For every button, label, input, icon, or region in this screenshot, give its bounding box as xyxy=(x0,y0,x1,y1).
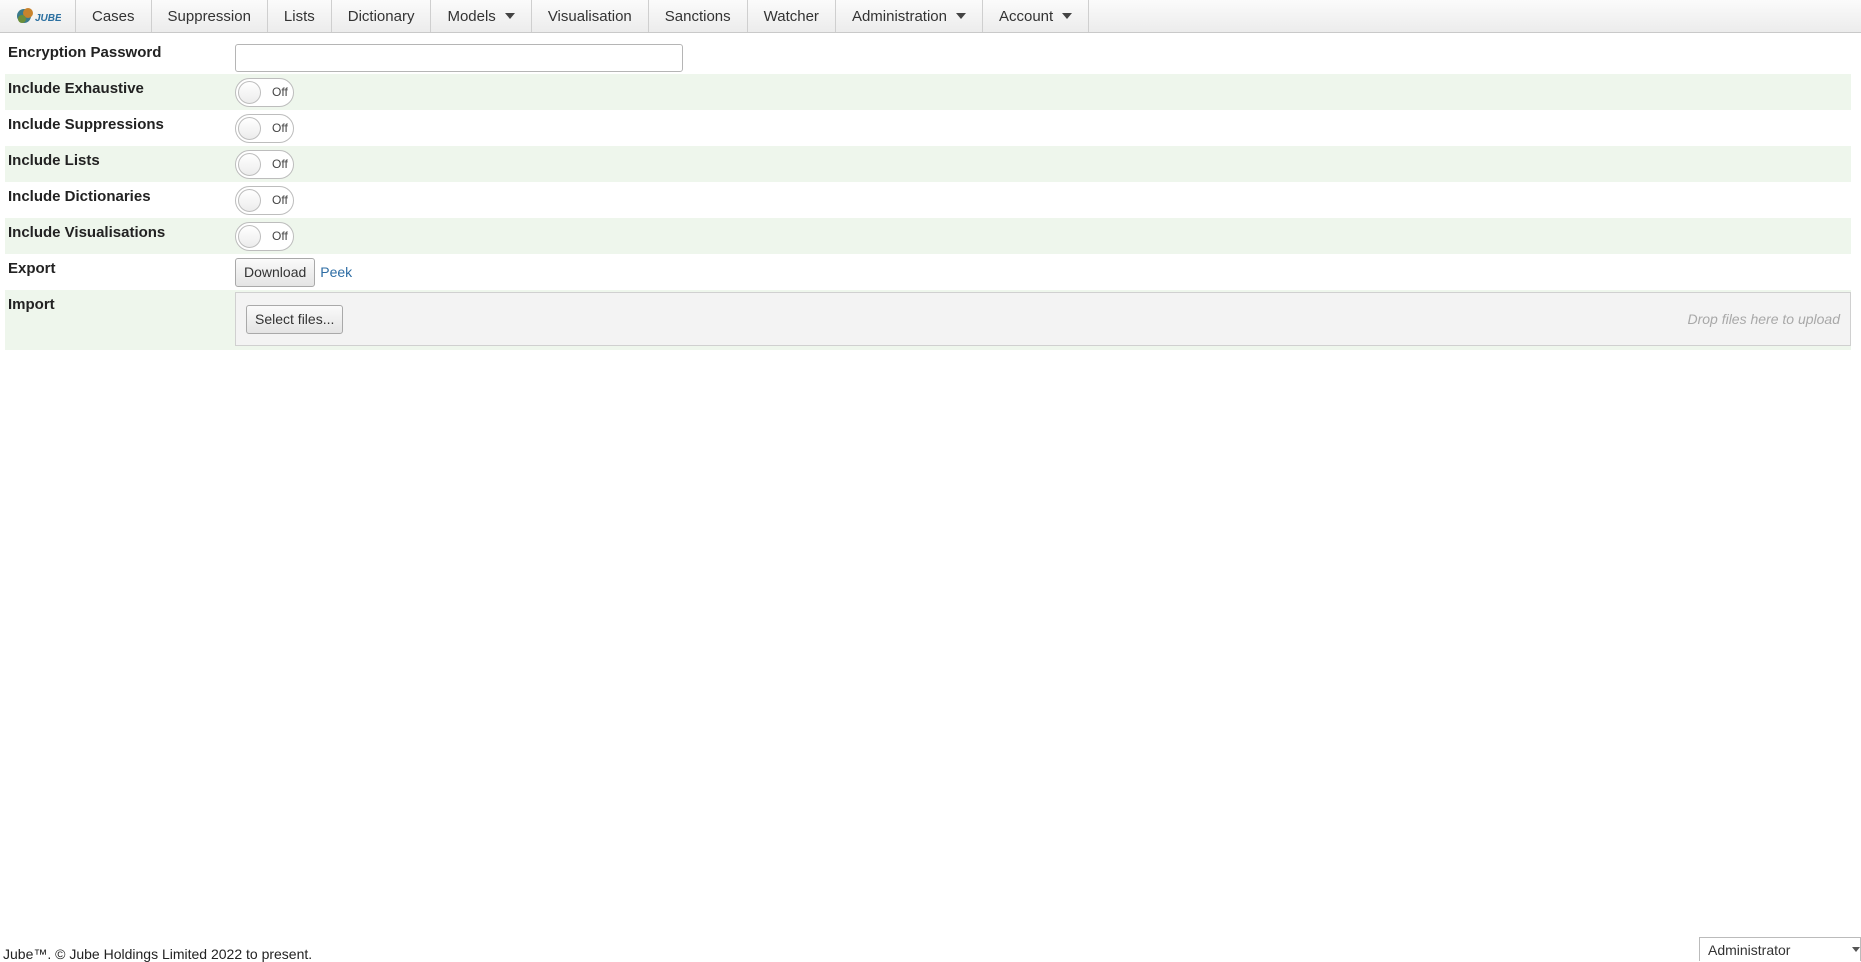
nav-watcher[interactable]: Watcher xyxy=(748,0,836,32)
encryption-password-row: Encryption Password xyxy=(5,38,1851,74)
encryption-password-value xyxy=(235,38,1851,74)
include-exhaustive-label: Include Exhaustive xyxy=(8,80,144,97)
nav-suppression-label: Suppression xyxy=(167,7,251,25)
nav-lists-label: Lists xyxy=(283,7,315,25)
nav-account[interactable]: Account xyxy=(983,0,1090,32)
include-visualisations-toggle[interactable]: Off xyxy=(235,221,294,251)
file-dropzone[interactable]: Select files... Drop files here to uploa… xyxy=(235,292,1851,346)
nav-models[interactable]: Models xyxy=(431,0,532,32)
import-row: Import Select files... Drop files here t… xyxy=(5,290,1851,350)
include-lists-value: Off xyxy=(235,146,1851,182)
include-dictionaries-row: Include Dictionaries Off xyxy=(5,182,1851,218)
include-lists-toggle[interactable]: Off xyxy=(235,149,294,179)
export-label: Export xyxy=(8,260,56,277)
toggle-knob xyxy=(238,80,261,104)
select-files-button[interactable]: Select files... xyxy=(246,304,344,334)
nav-administration-label: Administration xyxy=(851,7,947,25)
toggle-knob xyxy=(238,224,261,248)
nav-dictionary[interactable]: Dictionary xyxy=(332,0,432,32)
export-value: Download Peek xyxy=(235,254,1851,290)
include-suppressions-value: Off xyxy=(235,110,1851,146)
include-suppressions-toggle[interactable]: Off xyxy=(235,113,294,143)
include-visualisations-label: Include Visualisations xyxy=(8,224,166,241)
include-lists-label: Include Lists xyxy=(8,152,100,169)
include-dictionaries-value: Off xyxy=(235,182,1851,218)
nav-account-label: Account xyxy=(998,7,1054,25)
nav-visualisation-label: Visualisation xyxy=(547,7,632,25)
nav-cases-label: Cases xyxy=(92,7,135,25)
include-dictionaries-toggle[interactable]: Off xyxy=(235,185,294,215)
drop-hint: Drop files here to upload xyxy=(1687,311,1840,327)
toggle-state: Off xyxy=(272,85,288,99)
user-role-select[interactable]: Administrator xyxy=(1699,937,1861,961)
jube-logo[interactable]: JUBE xyxy=(0,0,76,32)
include-suppressions-label: Include Suppressions xyxy=(8,116,164,133)
include-exhaustive-row: Include Exhaustive Off xyxy=(5,74,1851,110)
import-label: Import xyxy=(8,296,55,313)
footer-copyright: Jube™. © Jube Holdings Limited 2022 to p… xyxy=(3,946,313,962)
include-exhaustive-toggle[interactable]: Off xyxy=(235,77,294,107)
toggle-state: Off xyxy=(272,193,288,207)
encryption-password-input[interactable] xyxy=(235,43,683,72)
toggle-knob xyxy=(238,188,261,212)
toggle-state: Off xyxy=(272,157,288,171)
nav-cases[interactable]: Cases xyxy=(76,0,152,32)
toggle-knob xyxy=(238,116,261,140)
chevron-down-icon xyxy=(1852,947,1860,952)
nav-visualisation[interactable]: Visualisation xyxy=(532,0,649,32)
toggle-state: Off xyxy=(272,229,288,243)
chevron-down-icon xyxy=(1062,13,1073,19)
top-navigation-bar: JUBE Cases Suppression Lists Dictionary … xyxy=(0,0,1861,33)
include-exhaustive-value: Off xyxy=(235,74,1851,110)
include-suppressions-row: Include Suppressions Off xyxy=(5,110,1851,146)
encryption-password-label: Encryption Password xyxy=(8,44,162,61)
toggle-state: Off xyxy=(272,121,288,135)
include-dictionaries-label: Include Dictionaries xyxy=(8,188,151,205)
peek-link[interactable]: Peek xyxy=(320,264,352,280)
user-role-value: Administrator xyxy=(1708,941,1791,958)
nav-lists[interactable]: Lists xyxy=(268,0,332,32)
download-button[interactable]: Download xyxy=(235,257,316,287)
nav-models-label: Models xyxy=(447,7,496,25)
nav-administration[interactable]: Administration xyxy=(836,0,983,32)
include-visualisations-value: Off xyxy=(235,218,1851,254)
import-value: Select files... Drop files here to uploa… xyxy=(235,290,1851,350)
export-row: Export Download Peek xyxy=(5,254,1851,290)
nav-sanctions[interactable]: Sanctions xyxy=(649,0,748,32)
export-import-form: Encryption Password Include Exhaustive O… xyxy=(5,38,1851,350)
include-lists-row: Include Lists Off xyxy=(5,146,1851,182)
chevron-down-icon xyxy=(504,13,515,19)
jube-logo-icon: JUBE xyxy=(16,8,61,24)
nav-watcher-label: Watcher xyxy=(763,7,819,25)
nav-sanctions-label: Sanctions xyxy=(664,7,731,25)
nav-suppression[interactable]: Suppression xyxy=(152,0,268,32)
nav-dictionary-label: Dictionary xyxy=(347,7,415,25)
chevron-down-icon xyxy=(955,13,966,19)
include-visualisations-row: Include Visualisations Off xyxy=(5,218,1851,254)
toggle-knob xyxy=(238,152,261,176)
logo-text: JUBE xyxy=(35,13,61,24)
